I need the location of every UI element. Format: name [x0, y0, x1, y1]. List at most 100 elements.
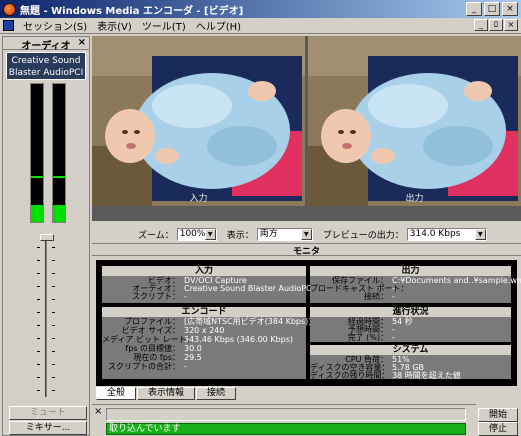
- audio-device-name: Creative Sound Blaster AudioPCI: [6, 52, 86, 80]
- monitor-value: 30.0: [184, 344, 202, 353]
- slider-tick: [37, 247, 40, 248]
- slider-tick: [52, 351, 55, 352]
- menu-help[interactable]: ヘルプ(H): [191, 18, 246, 33]
- preview-output-label: プレビューの出力：: [322, 230, 404, 241]
- slider-tick: [52, 364, 55, 365]
- meter-level-left: [31, 205, 43, 222]
- monitor-key: 現在の fps：: [133, 353, 180, 362]
- chevron-down-icon[interactable]: ▼: [204, 228, 216, 240]
- video-preview-area: 入力 出力: [92, 36, 521, 221]
- volume-slider-thumb[interactable]: [40, 234, 54, 241]
- monitor-header: モニタ: [92, 243, 521, 257]
- tab-general[interactable]: 全般: [96, 387, 137, 400]
- monitor-value: -: [392, 333, 395, 342]
- monitor-output-title: 出力: [310, 266, 511, 276]
- zoom-select[interactable]: 100% ▼: [176, 227, 217, 241]
- monitor-system-title: システム: [310, 345, 511, 355]
- mdi-close-button[interactable]: ×: [504, 19, 518, 31]
- output-video-label: 出力: [405, 194, 424, 204]
- title-bar: 無題 - Windows Media エンコーダ - [ビデオ] _ □ ×: [0, 0, 521, 18]
- slider-tick: [52, 325, 55, 326]
- input-video-preview: 入力: [92, 36, 305, 206]
- status-area: × 取り込んでいます: [92, 404, 476, 436]
- mdi-minimize-button[interactable]: _: [474, 19, 488, 31]
- slider-tick: [37, 286, 40, 287]
- mixer-button[interactable]: ミキサー...: [9, 421, 87, 435]
- audio-meter-left: [30, 83, 44, 223]
- display-value: 両方: [259, 228, 278, 239]
- audio-panel: オーディオ × Creative Sound Blaster AudioPCI …: [2, 36, 90, 436]
- menu-tools[interactable]: ツール(T): [137, 18, 191, 33]
- monitor-encode-row: メディア ビット レート： 343.46 Kbps (346.00 Kbps): [102, 335, 293, 344]
- monitor-value: 343.46 Kbps (346.00 Kbps): [184, 335, 293, 344]
- meter-peak-right: [53, 176, 65, 178]
- menu-bar: セッション(S) 表示(V) ツール(T) ヘルプ(H) _ ﾛ ×: [0, 18, 521, 34]
- slider-tick: [52, 247, 55, 248]
- close-icon[interactable]: ×: [78, 37, 86, 48]
- status-message: 取り込んでいます: [106, 423, 466, 435]
- monitor-encode-row: ビデオ サイズ： 320 x 240: [102, 326, 225, 335]
- slider-tick: [52, 273, 55, 274]
- slider-tick: [37, 299, 40, 300]
- monitor-input-section: 入力 ビデオ： DV/OCI Capture オーディオ： Creative S…: [102, 266, 314, 303]
- monitor-panel: 入力 ビデオ： DV/OCI Capture オーディオ： Creative S…: [96, 260, 521, 386]
- status-progress-box: [106, 408, 466, 421]
- monitor-progress-title: 進行状況: [310, 307, 511, 317]
- tab-connection[interactable]: 接続: [196, 387, 237, 400]
- monitor-system-section: システム CPU 負荷： 51% ディスクの空き容量： 5.78 GB ディスク…: [310, 345, 511, 380]
- monitor-value: -: [184, 362, 187, 371]
- chevron-down-icon[interactable]: ▼: [474, 228, 486, 240]
- monitor-key: ビデオ サイズ：: [121, 326, 180, 335]
- slider-tick: [37, 364, 40, 365]
- slider-tick: [37, 325, 40, 326]
- slider-tick: [52, 377, 55, 378]
- volume-slider-track[interactable]: [45, 237, 47, 397]
- slider-tick: [37, 273, 40, 274]
- menu-session[interactable]: セッション(S): [18, 18, 92, 33]
- baby-photo-input: [92, 36, 305, 206]
- monitor-encode-title: エンコード: [102, 307, 306, 317]
- document-icon[interactable]: [3, 20, 14, 31]
- monitor-progress-row: 完了 (%)： -: [310, 333, 395, 342]
- monitor-key: プロファイル：: [124, 317, 180, 326]
- close-button[interactable]: ×: [502, 2, 518, 16]
- tab-display-info[interactable]: 表示情報: [137, 387, 196, 400]
- menu-view[interactable]: 表示(V): [92, 18, 137, 33]
- monitor-output-row: 接続： -: [310, 292, 395, 301]
- stop-button[interactable]: 停止: [478, 422, 518, 436]
- slider-tick: [52, 299, 55, 300]
- audio-meter-right: [52, 83, 66, 223]
- monitor-encode-section: エンコード プロファイル： [広帯域NTSC用ビデオ(384 Kbps)] ビデ…: [102, 307, 311, 379]
- display-select[interactable]: 両方 ▼: [256, 227, 313, 241]
- baby-photo-output: [308, 36, 521, 206]
- slider-tick: [37, 312, 40, 313]
- slider-tick: [52, 390, 55, 391]
- monitor-value: 320 x 240: [184, 326, 225, 335]
- slider-tick: [52, 286, 55, 287]
- preview-output-value: 314.0 Kbps: [409, 228, 461, 239]
- app-icon[interactable]: [3, 2, 16, 16]
- audio-panel-header: オーディオ ×: [3, 37, 89, 52]
- monitor-tabs: 全般 表示情報 接続: [96, 387, 237, 401]
- preview-output-select[interactable]: 314.0 Kbps ▼: [406, 227, 487, 241]
- zoom-label: ズーム：: [138, 230, 174, 241]
- slider-tick: [52, 312, 55, 313]
- maximize-button[interactable]: □: [484, 2, 500, 16]
- close-icon[interactable]: ×: [94, 406, 102, 417]
- chevron-down-icon[interactable]: ▼: [300, 228, 312, 240]
- monitor-input-title: 入力: [102, 266, 306, 276]
- mdi-restore-button[interactable]: ﾛ: [489, 19, 503, 31]
- slider-tick: [52, 260, 55, 261]
- slider-tick: [37, 338, 40, 339]
- zoom-value: 100%: [179, 228, 206, 239]
- output-video-preview: 出力: [308, 36, 521, 206]
- start-button[interactable]: 開始: [478, 408, 518, 422]
- mute-button[interactable]: ミュート: [9, 406, 87, 420]
- monitor-key: スクリプトの合計：: [108, 362, 180, 371]
- minimize-button[interactable]: _: [466, 2, 482, 16]
- monitor-input-row: スクリプト： -: [102, 292, 187, 301]
- meter-level-right: [53, 205, 65, 222]
- slider-tick: [37, 377, 40, 378]
- slider-tick: [37, 351, 40, 352]
- slider-tick: [52, 338, 55, 339]
